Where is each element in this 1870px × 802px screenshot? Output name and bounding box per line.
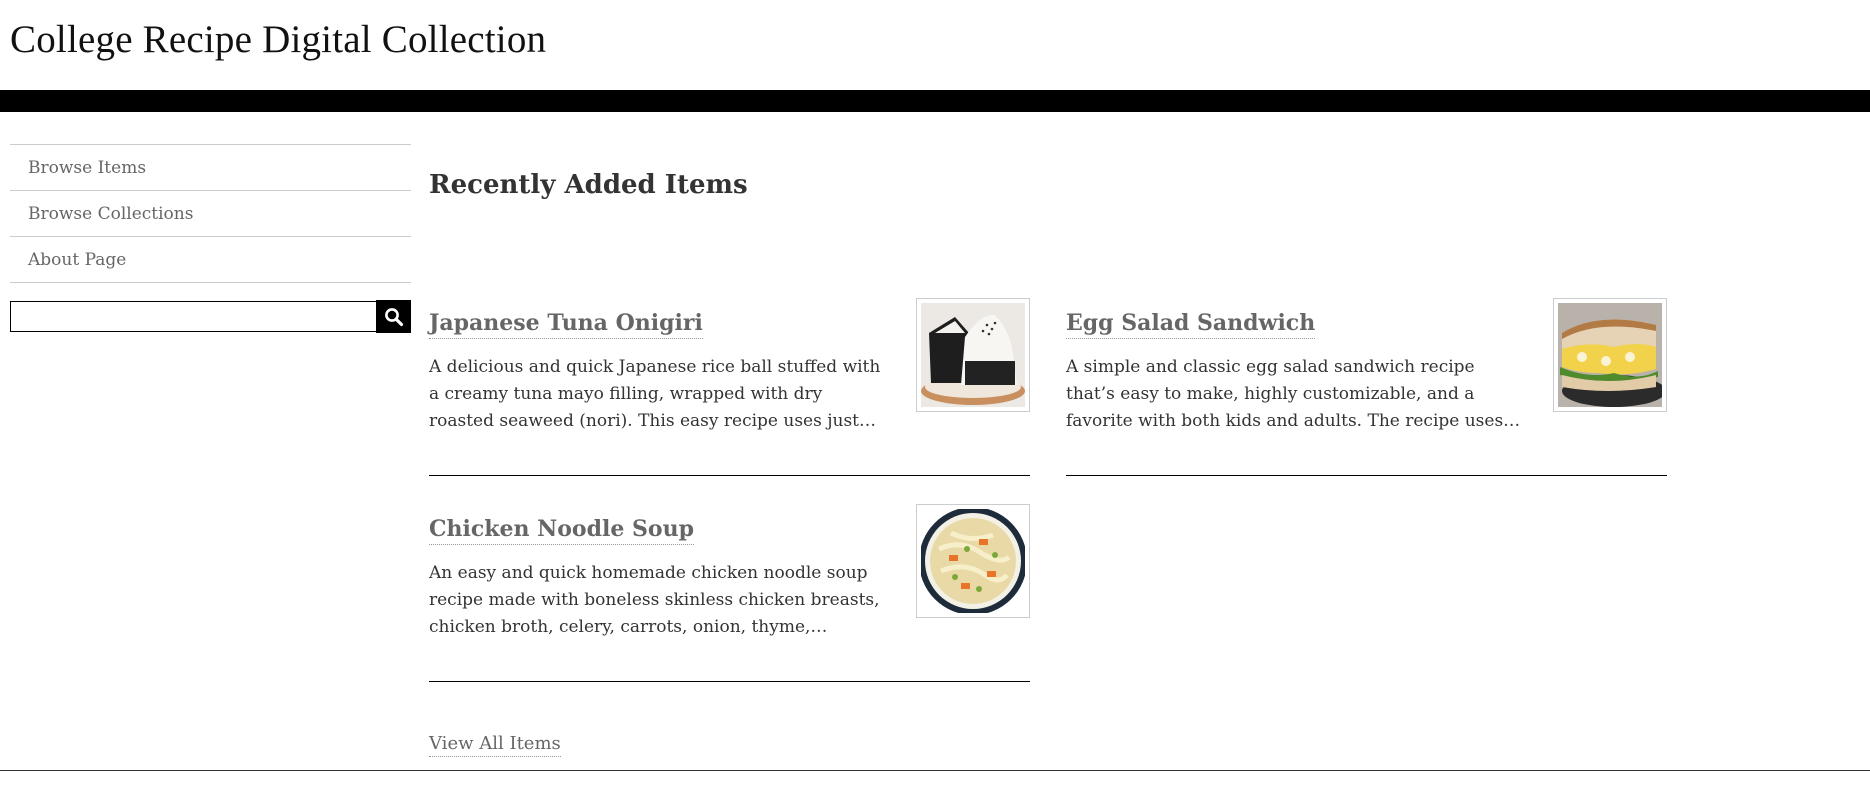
sidebar: Browse Items Browse Collections About Pa… <box>10 144 411 334</box>
footer-divider <box>0 770 1870 771</box>
view-all-items-link[interactable]: View All Items <box>429 732 561 757</box>
search-form <box>10 300 411 334</box>
item-description: A delicious and quick Japanese rice ball… <box>429 357 881 431</box>
nav-list: Browse Items Browse Collections About Pa… <box>10 144 411 283</box>
item-title-link[interactable]: Japanese Tuna Onigiri <box>429 308 703 339</box>
onigiri-photo <box>921 303 1025 407</box>
soup-photo <box>921 509 1025 613</box>
search-icon <box>384 307 403 326</box>
main-content: Recently Added Items Japanese Tuna Onigi… <box>429 170 1669 757</box>
item-title-link[interactable]: Egg Salad Sandwich <box>1066 308 1316 339</box>
item-description: An easy and quick homemade chicken noodl… <box>429 563 880 637</box>
sandwich-photo <box>1558 303 1662 407</box>
nav-item-browse-collections[interactable]: Browse Collections <box>10 191 411 237</box>
nav-item-about-page[interactable]: About Page <box>10 237 411 283</box>
item-description: A simple and classic egg salad sandwich … <box>1066 357 1521 431</box>
item-thumbnail[interactable] <box>1553 298 1667 412</box>
site-title[interactable]: College Recipe Digital Collection <box>10 17 546 62</box>
item-thumbnail[interactable] <box>916 504 1030 618</box>
item-thumbnail[interactable] <box>916 298 1030 412</box>
site-header: College Recipe Digital Collection <box>0 0 1870 90</box>
item-title-link[interactable]: Chicken Noodle Soup <box>429 514 694 545</box>
item-card: Egg Salad Sandwich A simple and classic … <box>1066 298 1667 476</box>
header-bar <box>0 90 1870 112</box>
search-input[interactable] <box>10 301 376 332</box>
section-title: Recently Added Items <box>429 170 748 200</box>
nav-item-browse-items[interactable]: Browse Items <box>10 145 411 191</box>
item-card: Chicken Noodle Soup An easy and quick ho… <box>429 504 1030 682</box>
item-card: Japanese Tuna Onigiri A delicious and qu… <box>429 298 1030 476</box>
search-button[interactable] <box>376 300 411 333</box>
items-grid: Japanese Tuna Onigiri A delicious and qu… <box>429 210 1669 757</box>
